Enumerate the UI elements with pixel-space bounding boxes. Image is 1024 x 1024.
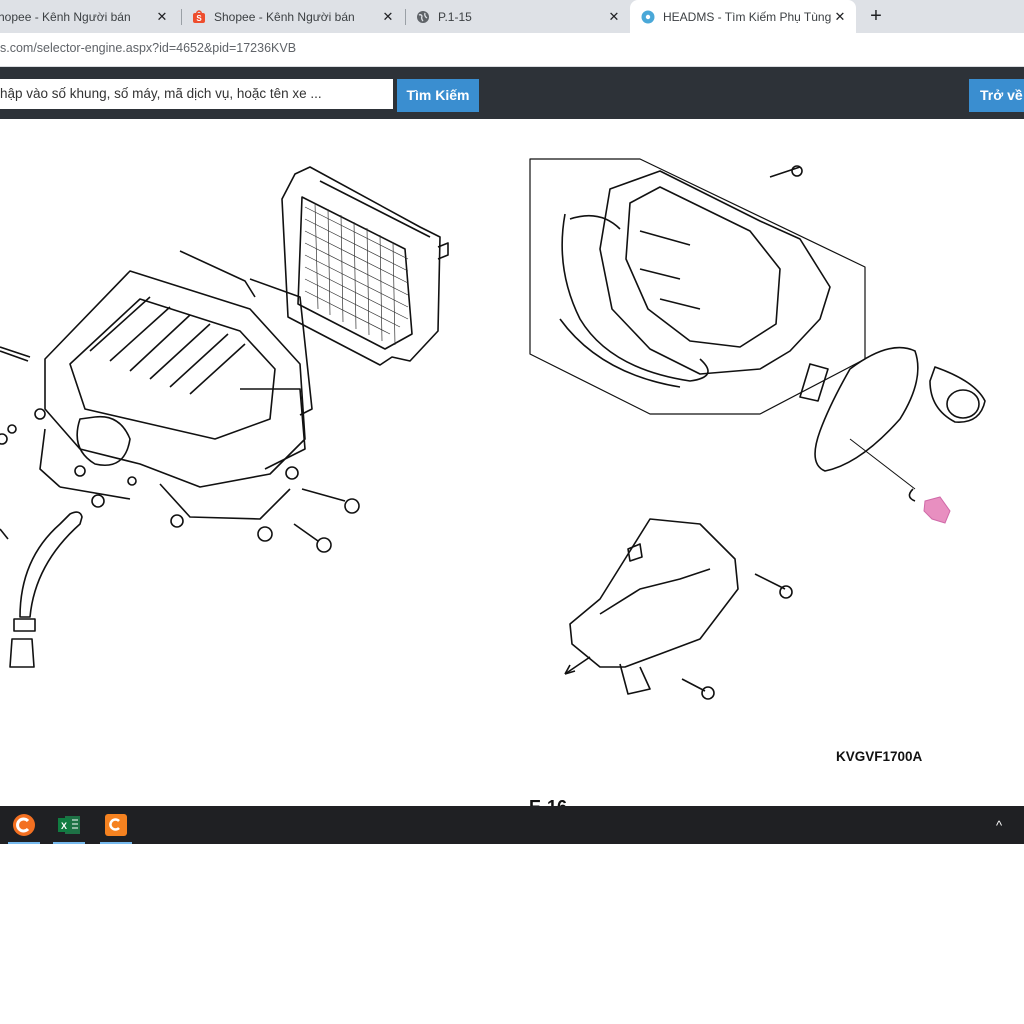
tab-shopee-2[interactable]: S Shopee - Kênh Người bán ✕ — [182, 0, 404, 33]
diagram-code-label: KVGVF1700A — [836, 749, 923, 764]
air-cleaner-cover-assembly[interactable] — [529, 158, 866, 415]
address-bar[interactable]: s.com/selector-engine.aspx?id=4652&pid=1… — [0, 33, 1024, 67]
tab-title: HEADMS - Tìm Kiếm Phụ Tùng — [663, 9, 832, 24]
coccoc-icon[interactable] — [5, 806, 43, 844]
exploded-view-drawing — [0, 158, 986, 700]
search-input[interactable]: hập vào số khung, số máy, mã dịch vụ, ho… — [0, 79, 393, 109]
tab-headms-active[interactable]: HEADMS - Tìm Kiếm Phụ Tùng ✕ — [630, 0, 856, 33]
tray-chevron-icon[interactable]: ^ — [996, 818, 1002, 833]
resonator-cap[interactable] — [929, 366, 986, 423]
globe-icon — [416, 10, 430, 24]
browser-tab-strip: hopee - Kênh Người bán ✕ S Shopee - Kênh… — [0, 0, 1024, 33]
air-filter-element[interactable] — [281, 166, 449, 366]
svg-text:S: S — [196, 14, 202, 23]
tab-title: hopee - Kênh Người bán — [0, 9, 131, 24]
close-icon[interactable]: ✕ — [154, 9, 170, 25]
taskbar: X ^ — [0, 806, 1024, 844]
back-button[interactable]: Trở về — [969, 79, 1024, 112]
lower-duct-cover[interactable] — [564, 518, 793, 700]
excel-icon[interactable]: X — [50, 806, 88, 844]
clip[interactable] — [908, 488, 916, 502]
url-text[interactable]: s.com/selector-engine.aspx?id=4652&pid=1… — [0, 41, 296, 55]
headms-icon — [641, 10, 655, 24]
tab-shopee-1[interactable]: hopee - Kênh Người bán ✕ — [0, 0, 178, 33]
search-button[interactable]: Tìm Kiếm — [397, 79, 479, 112]
leader-line — [849, 438, 916, 490]
svg-text:X: X — [61, 821, 67, 831]
parts-diagram: KVGVF1700A E-16 — [0, 119, 1024, 817]
close-icon[interactable]: ✕ — [606, 9, 622, 25]
highlighted-part[interactable] — [923, 496, 951, 524]
o-ring-gasket[interactable] — [814, 346, 919, 472]
shopee-icon: S — [192, 9, 206, 24]
air-cleaner-case-left[interactable] — [39, 250, 313, 520]
blank-area — [0, 844, 1024, 1024]
tab-title: Shopee - Kênh Người bán — [214, 9, 355, 24]
close-icon[interactable]: ✕ — [380, 9, 396, 25]
close-icon[interactable]: ✕ — [832, 9, 848, 25]
tab-title: P.1-15 — [438, 9, 472, 24]
drain-tube[interactable] — [0, 511, 83, 668]
site-header: hập vào số khung, số máy, mã dịch vụ, ho… — [0, 67, 1024, 119]
coccoc-dev-icon[interactable] — [97, 806, 135, 844]
new-tab-button[interactable]: + — [866, 5, 886, 27]
tab-p115[interactable]: P.1-15 ✕ — [406, 0, 630, 33]
